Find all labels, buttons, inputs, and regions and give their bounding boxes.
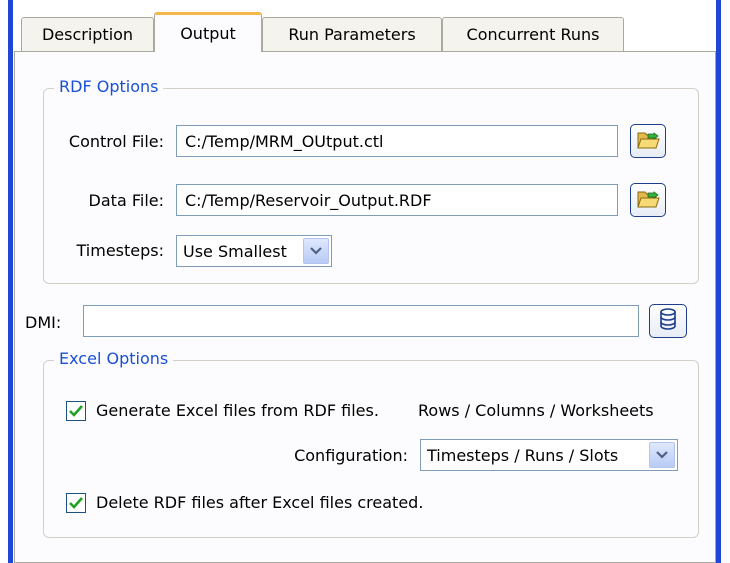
- tab-bar: Description Output Run Parameters Concur…: [14, 0, 716, 52]
- folder-open-icon: [636, 187, 660, 213]
- timesteps-label: Timesteps:: [76, 241, 165, 260]
- configuration-value: Timesteps / Runs / Slots: [427, 445, 619, 465]
- control-file-label: Control File:: [68, 132, 164, 151]
- control-file-input[interactable]: C:/Temp/MRM_OUtput.ctl: [176, 125, 618, 157]
- timesteps-value: Use Smallest: [183, 241, 287, 261]
- tab-label: Concurrent Runs: [466, 25, 600, 44]
- rdf-options-group: RDF Options Control File: C:/Temp/MRM_OU…: [43, 77, 699, 284]
- chevron-down-icon: [303, 238, 329, 264]
- tab-output[interactable]: Output: [154, 12, 262, 52]
- checkmark-icon: [69, 494, 83, 513]
- rdf-options-legend: RDF Options: [54, 77, 164, 96]
- database-icon: [659, 308, 677, 334]
- data-file-value: C:/Temp/Reservoir_Output.RDF: [185, 190, 432, 210]
- dmi-label: DMI:: [25, 313, 62, 332]
- folder-open-icon: [636, 128, 660, 154]
- generate-excel-checkbox[interactable]: [66, 401, 86, 421]
- tab-run-parameters[interactable]: Run Parameters: [262, 17, 442, 51]
- tab-label: Output: [180, 24, 236, 43]
- dmi-select-button[interactable]: [649, 304, 687, 338]
- window-left-border: [0, 0, 13, 563]
- tab-description[interactable]: Description: [21, 17, 154, 51]
- control-file-browse-button[interactable]: [630, 124, 666, 158]
- output-panel: RDF Options Control File: C:/Temp/MRM_OU…: [14, 51, 716, 563]
- tab-concurrent-runs[interactable]: Concurrent Runs: [442, 17, 624, 51]
- configuration-select[interactable]: Timesteps / Runs / Slots: [420, 439, 678, 471]
- excel-options-legend: Excel Options: [54, 349, 174, 368]
- tab-label: Run Parameters: [288, 25, 416, 44]
- delete-rdf-checkbox[interactable]: [66, 493, 86, 513]
- data-file-browse-button[interactable]: [630, 183, 666, 217]
- generate-excel-label: Generate Excel files from RDF files.: [96, 401, 379, 420]
- dmi-input[interactable]: [83, 305, 639, 337]
- data-file-input[interactable]: C:/Temp/Reservoir_Output.RDF: [176, 184, 618, 216]
- window-right-border: [716, 0, 730, 563]
- control-file-value: C:/Temp/MRM_OUtput.ctl: [185, 131, 384, 151]
- data-file-label: Data File:: [88, 191, 164, 210]
- delete-rdf-label: Delete RDF files after Excel files creat…: [96, 493, 424, 512]
- configuration-label: Configuration:: [294, 446, 408, 465]
- checkmark-icon: [69, 402, 83, 421]
- timesteps-select[interactable]: Use Smallest: [176, 235, 332, 267]
- excel-options-group: Excel Options Generate Excel files from …: [43, 349, 699, 538]
- layout-order-text: Rows / Columns / Worksheets: [418, 401, 654, 420]
- chevron-down-icon: [649, 442, 675, 468]
- tab-label: Description: [41, 25, 134, 44]
